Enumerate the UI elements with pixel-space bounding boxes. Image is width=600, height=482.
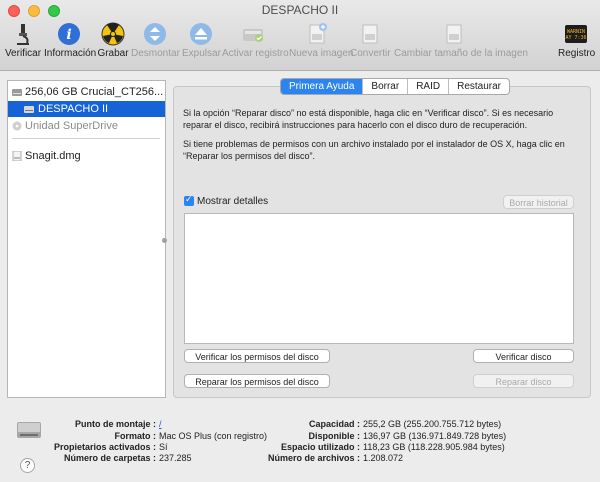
svg-text:i: i [66,27,71,43]
repair-disk-button[interactable]: Reparar disco [473,374,574,388]
disk-drive-icon [17,422,41,438]
toolbar-resize-image-label: Cambiar tamaño de la imagen [394,48,528,59]
tab-restore[interactable]: Restaurar [449,79,509,94]
device-item-label: DESPACHO II [38,103,109,115]
mount-point-value[interactable]: / [159,419,162,429]
toolbar-eject-button[interactable]: Expulsar [182,22,221,66]
toolbar-eject-label: Expulsar [182,48,221,59]
unmount-icon [144,23,166,45]
device-item-despacho-ii[interactable]: DESPACHO II [8,101,165,117]
list-divider [12,138,160,139]
title-bar: DESPACHO II Verificar i Información Grab… [0,0,600,71]
show-details-checkbox[interactable] [184,194,194,206]
toolbar-burn-button[interactable]: Grabar [97,22,129,66]
log-badge-line1: WARNIN AY 7:36 [565,29,586,41]
toolbar-log-label: Registro [558,48,596,59]
internal-disk-icon [12,89,22,96]
files-value: 1.208.072 [363,453,404,463]
split-view-handle[interactable] [162,238,167,243]
disk-utility-window: DESPACHO II Verificar i Información Grab… [0,0,600,482]
device-item-crucial-disk[interactable]: 256,06 GB Crucial_CT256... [8,84,165,100]
dmg-icon [12,151,22,161]
files-label: Número de archivos : [267,453,360,463]
info-icon: i [58,23,80,45]
toolbar-log-button[interactable]: WARNIN AY 7:36 Registro [558,22,596,66]
device-item-superdrive[interactable]: Unidad SuperDrive [8,118,165,134]
format-label: Formato : [114,431,157,441]
journal-icon [243,29,263,42]
convert-icon [362,24,378,44]
first-aid-log[interactable] [184,213,574,344]
toolbar-info-label: Información [44,48,97,59]
available-value: 136,97 GB (136.971.849.728 bytes) [363,431,507,441]
device-list[interactable]: 256,06 GB Crucial_CT256... DESPACHO II U… [7,80,166,398]
first-aid-instructions-1: Si la opción “Reparar disco” no está dis… [183,108,554,130]
folders-label: Número de carpetas : [63,453,156,463]
resize-image-icon [446,24,462,44]
toolbar-convert-button[interactable]: Convertir [350,22,391,66]
show-details-label: Mostrar detalles [197,196,269,207]
available-label: Disponible : [308,431,361,441]
toolbar-burn-label: Grabar [97,48,129,59]
device-item-label: Unidad SuperDrive [25,120,118,132]
toolbar-info-button[interactable]: i Información [44,22,97,66]
superdrive-icon [12,121,22,131]
new-image-icon [309,23,327,44]
clear-history-button[interactable]: Borrar historial [503,195,574,209]
verify-permissions-button[interactable]: Verificar los permisos del disco [184,349,330,363]
toolbar-unmount-label: Desmontar [131,48,180,59]
tab-first-aid[interactable]: Primera Ayuda [281,79,364,94]
owners-label: Propietarios activados : [53,442,156,452]
toolbar-resize-image-button[interactable]: Cambiar tamaño de la imagen [394,22,528,66]
window-title: DESPACHO II [261,3,339,17]
toolbar-convert-label: Convertir [350,48,391,59]
toolbar-new-image-label: Nueva imagen [289,48,354,59]
toolbar-unmount-button[interactable]: Desmontar [131,22,180,66]
folders-value: 237.285 [159,453,192,463]
tab-raid[interactable]: RAID [408,79,450,94]
microscope-icon [17,24,29,45]
burn-icon [101,22,125,46]
device-item-snagit-dmg[interactable]: Snagit.dmg [8,148,165,164]
first-aid-instructions-2: Si tiene problemas de permisos con un ar… [183,139,565,161]
used-label: Espacio utilizado : [280,442,360,452]
repair-permissions-button[interactable]: Reparar los permisos del disco [184,374,330,388]
capacity-value: 255,2 GB (255.200.755.712 bytes) [363,419,502,429]
volume-icon [24,106,34,113]
toolbar-verify-button[interactable]: Verificar [4,22,42,66]
log-icon: WARNIN AY 7:36 [565,25,587,43]
device-item-label: 256,06 GB Crucial_CT256... [25,86,164,98]
tab-bar: Primera Ayuda Borrar RAID Restaurar [280,78,511,95]
tab-erase[interactable]: Borrar [363,79,409,94]
eject-icon [190,23,212,45]
used-value: 118,23 GB (118.228.905.984 bytes) [363,442,505,452]
mount-point-label: Punto de montaje : [75,419,156,429]
toolbar-verify-label: Verificar [4,48,42,59]
owners-value: Sí [159,442,168,452]
toolbar-new-image-button[interactable]: Nueva imagen [289,22,354,66]
toolbar-journal-label: Activar registro [222,48,289,59]
device-item-label: Snagit.dmg [25,150,81,162]
help-button[interactable]: ? [20,458,35,473]
format-value: Mac OS Plus (con registro) [159,431,268,441]
capacity-label: Capacidad : [308,419,360,429]
toolbar-journal-button[interactable]: Activar registro [222,22,289,66]
verify-disk-button[interactable]: Verificar disco [473,349,574,363]
